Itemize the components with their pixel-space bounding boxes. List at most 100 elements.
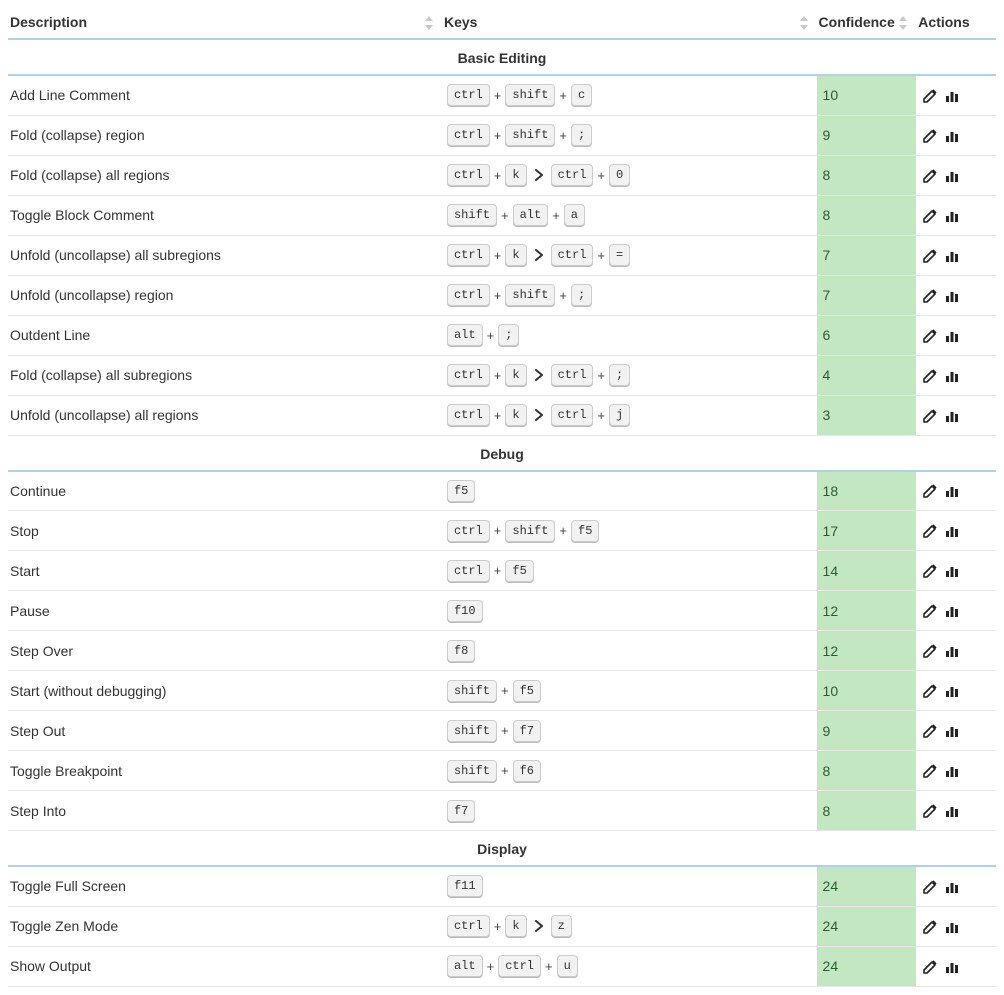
keycap: ctrl bbox=[447, 244, 490, 266]
table-row: Unfold (uncollapse) regionctrl+shift+;7 bbox=[8, 275, 996, 315]
edit-button[interactable] bbox=[922, 128, 938, 144]
stats-button[interactable] bbox=[944, 523, 960, 539]
chord-separator-icon bbox=[534, 249, 544, 261]
stats-button[interactable] bbox=[944, 408, 960, 424]
table-row: Toggle Zen Modectrl+kz24 bbox=[8, 906, 996, 946]
stats-button[interactable] bbox=[944, 128, 960, 144]
confidence-value: 12 bbox=[817, 591, 917, 631]
edit-button[interactable] bbox=[922, 208, 938, 224]
edit-button[interactable] bbox=[922, 643, 938, 659]
group-title: Display bbox=[477, 841, 527, 857]
keycap: ctrl bbox=[447, 520, 490, 542]
bar-chart-icon bbox=[944, 643, 960, 659]
edit-button[interactable] bbox=[922, 368, 938, 384]
keycap: c bbox=[571, 84, 592, 106]
bar-chart-icon bbox=[944, 723, 960, 739]
row-actions bbox=[916, 671, 996, 711]
shortcut-description: Outdent Line bbox=[8, 315, 442, 355]
bar-chart-icon bbox=[944, 483, 960, 499]
shortcut-keys: shift+f5 bbox=[442, 671, 817, 711]
key-plus: + bbox=[559, 523, 567, 538]
edit-button[interactable] bbox=[922, 603, 938, 619]
stats-button[interactable] bbox=[944, 643, 960, 659]
edit-button[interactable] bbox=[922, 919, 938, 935]
shortcut-description: Start (without debugging) bbox=[8, 671, 442, 711]
stats-button[interactable] bbox=[944, 168, 960, 184]
table-row: Continuef518 bbox=[8, 471, 996, 511]
edit-button[interactable] bbox=[922, 959, 938, 975]
stats-button[interactable] bbox=[944, 563, 960, 579]
key-plus: + bbox=[552, 208, 560, 223]
table-row: Add Line Commentctrl+shift+c10 bbox=[8, 75, 996, 115]
key-plus: + bbox=[597, 168, 605, 183]
key-plus: + bbox=[559, 128, 567, 143]
key-plus: + bbox=[494, 168, 502, 183]
confidence-value: 7 bbox=[817, 275, 917, 315]
edit-button[interactable] bbox=[922, 168, 938, 184]
group-title: Debug bbox=[480, 446, 524, 462]
shortcut-keys: ctrl+f5 bbox=[442, 551, 817, 591]
edit-button[interactable] bbox=[922, 483, 938, 499]
shortcut-keys: ctrl+kctrl+; bbox=[442, 355, 817, 395]
edit-button[interactable] bbox=[922, 88, 938, 104]
stats-button[interactable] bbox=[944, 328, 960, 344]
shortcut-description: Pause bbox=[8, 591, 442, 631]
stats-button[interactable] bbox=[944, 603, 960, 619]
stats-button[interactable] bbox=[944, 763, 960, 779]
stats-button[interactable] bbox=[944, 208, 960, 224]
stats-button[interactable] bbox=[944, 879, 960, 895]
row-actions bbox=[916, 551, 996, 591]
table-row: Fold (collapse) all regionsctrl+kctrl+08 bbox=[8, 155, 996, 195]
edit-button[interactable] bbox=[922, 288, 938, 304]
stats-button[interactable] bbox=[944, 88, 960, 104]
confidence-value: 10 bbox=[817, 75, 917, 115]
edit-button[interactable] bbox=[922, 723, 938, 739]
key-plus: + bbox=[494, 88, 502, 103]
key-plus: + bbox=[494, 563, 502, 578]
keycap: ; bbox=[571, 124, 592, 146]
edit-button[interactable] bbox=[922, 523, 938, 539]
key-plus: + bbox=[501, 723, 509, 738]
table-row: Start (without debugging)shift+f510 bbox=[8, 671, 996, 711]
table-row: Step Overf812 bbox=[8, 631, 996, 671]
edit-button[interactable] bbox=[922, 683, 938, 699]
key-plus: + bbox=[559, 88, 567, 103]
keycap: ctrl bbox=[551, 244, 594, 266]
column-header-description[interactable]: Description bbox=[8, 8, 442, 39]
edit-button[interactable] bbox=[922, 879, 938, 895]
bar-chart-icon bbox=[944, 523, 960, 539]
edit-button[interactable] bbox=[922, 763, 938, 779]
stats-button[interactable] bbox=[944, 483, 960, 499]
table-row: Stopctrl+shift+f517 bbox=[8, 511, 996, 551]
keycap: f7 bbox=[447, 800, 475, 822]
column-header-keys[interactable]: Keys bbox=[442, 8, 817, 39]
stats-button[interactable] bbox=[944, 248, 960, 264]
edit-button[interactable] bbox=[922, 803, 938, 819]
edit-button[interactable] bbox=[922, 328, 938, 344]
confidence-value: 14 bbox=[817, 551, 917, 591]
keycap: u bbox=[557, 955, 578, 977]
edit-button[interactable] bbox=[922, 563, 938, 579]
stats-button[interactable] bbox=[944, 803, 960, 819]
edit-button[interactable] bbox=[922, 248, 938, 264]
stats-button[interactable] bbox=[944, 288, 960, 304]
sort-icon bbox=[898, 16, 908, 30]
table-row: Fold (collapse) regionctrl+shift+;9 bbox=[8, 115, 996, 155]
stats-button[interactable] bbox=[944, 723, 960, 739]
column-label: Actions bbox=[918, 14, 969, 30]
edit-icon bbox=[922, 763, 938, 779]
table-row: Fold (collapse) all subregionsctrl+kctrl… bbox=[8, 355, 996, 395]
key-plus: + bbox=[597, 408, 605, 423]
stats-button[interactable] bbox=[944, 683, 960, 699]
table-row: Toggle Full Screenf1124 bbox=[8, 866, 996, 906]
keycap: f10 bbox=[447, 600, 483, 622]
edit-button[interactable] bbox=[922, 408, 938, 424]
stats-button[interactable] bbox=[944, 959, 960, 975]
edit-icon bbox=[922, 128, 938, 144]
stats-button[interactable] bbox=[944, 368, 960, 384]
column-header-confidence[interactable]: Confidence bbox=[817, 8, 917, 39]
shortcut-keys: ctrl+kctrl+= bbox=[442, 235, 817, 275]
keycap: shift bbox=[505, 284, 555, 306]
stats-button[interactable] bbox=[944, 919, 960, 935]
shortcut-keys: shift+f7 bbox=[442, 711, 817, 751]
